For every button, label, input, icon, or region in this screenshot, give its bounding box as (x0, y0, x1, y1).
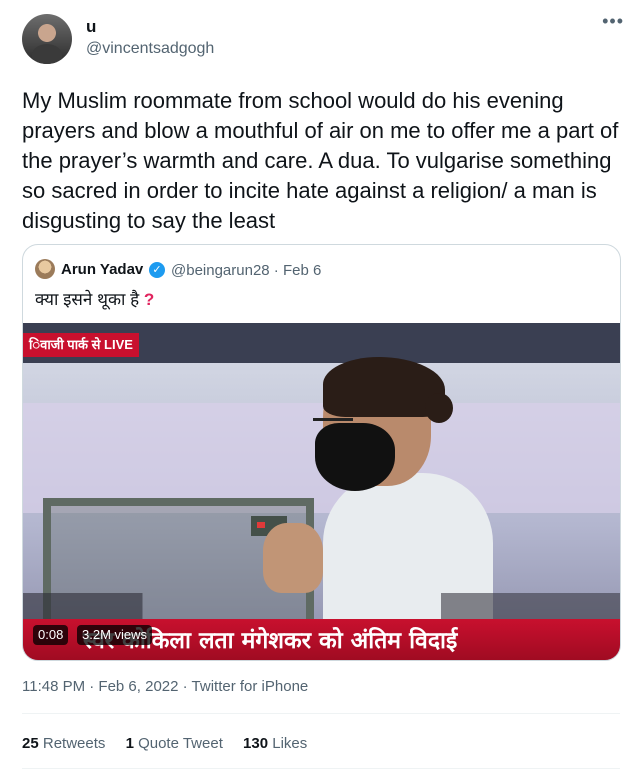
video-views: 3.2M views (77, 625, 153, 645)
quoted-tweet[interactable]: Arun Yadav ✓ @beingarun28 · Feb 6 क्या इ… (22, 244, 621, 661)
likes-stat[interactable]: 130 Likes (243, 735, 307, 752)
live-tag: िवाजी पार्क से LIVE (23, 333, 139, 357)
retweets-stat[interactable]: 25 Retweets (22, 735, 105, 752)
retweets-count: 25 (22, 735, 39, 752)
quoted-author-name[interactable]: Arun Yadav (61, 261, 143, 278)
quoted-text-mark: ? (143, 290, 155, 309)
quoted-handle-date: @beingarun28 · Feb 6 (171, 262, 322, 279)
video-timestamp: 0:08 (33, 625, 69, 645)
quoted-text: क्या इसने थूका है ? (35, 287, 154, 310)
divider (22, 768, 620, 769)
tweet-timestamp[interactable]: 11:48 PM · Feb 6, 2022 · Twitter for iPh… (22, 678, 308, 695)
person-folded-hands (263, 523, 323, 593)
avatar[interactable] (22, 14, 72, 64)
verified-badge-icon: ✓ (149, 262, 165, 278)
tweet-stats: 25 Retweets 1 Quote Tweet 130 Likes (22, 735, 323, 752)
retweets-label: Retweets (42, 735, 106, 752)
person-mask (315, 423, 395, 491)
quote-tweets-stat[interactable]: 1 Quote Tweet (126, 735, 223, 752)
author-display-name[interactable]: u (86, 17, 96, 37)
divider (22, 713, 620, 714)
tweet-detail: u @vincentsadgogh ••• My Muslim roommate… (0, 0, 640, 771)
likes-count: 130 (243, 735, 269, 752)
quote-count: 1 (125, 735, 134, 752)
author-handle[interactable]: @vincentsadgogh (86, 40, 214, 58)
quoted-avatar[interactable] (35, 259, 55, 279)
video-player[interactable]: िवाजी पार्क से LIVE स्वर कोकिला लता मंगे… (23, 323, 620, 660)
tweet-text: My Muslim roommate from school would do … (22, 88, 619, 233)
person-hair-bun (425, 393, 453, 423)
quoted-text-body: क्या इसने थूका है (35, 290, 140, 309)
quote-label: Quote Tweet (138, 735, 223, 752)
more-horizontal-icon[interactable]: ••• (602, 12, 624, 30)
likes-label: Likes (272, 735, 308, 752)
